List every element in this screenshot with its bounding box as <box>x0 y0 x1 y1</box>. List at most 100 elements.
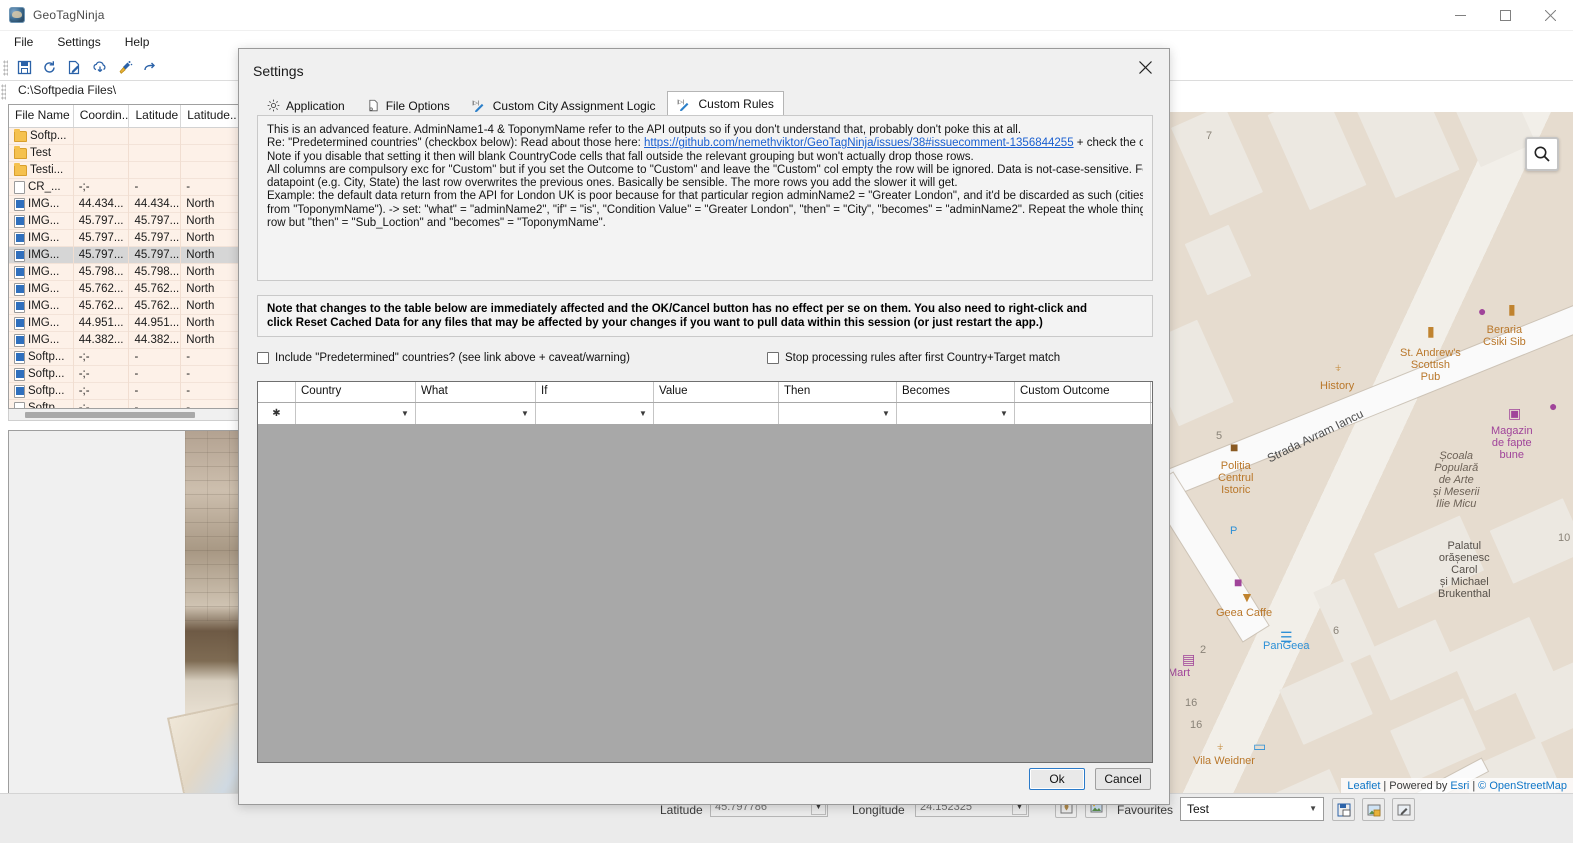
table-row[interactable]: Softp... -;- - - <box>9 365 239 383</box>
table-row[interactable]: Softp... -;- - - <box>9 348 239 366</box>
file-name-text: Softp <box>28 402 55 409</box>
menu-file[interactable]: File <box>4 33 43 51</box>
cell-becomes[interactable]: ▼ <box>897 403 1015 424</box>
minimize-icon[interactable] <box>1438 0 1483 31</box>
gear-icon <box>267 99 280 112</box>
edit-file-icon[interactable] <box>63 57 86 79</box>
cell-custom-outcome[interactable] <box>1015 403 1151 424</box>
table-row[interactable]: IMG... 45.798... 45.798... North <box>9 263 239 281</box>
cell-latitude-ref: North <box>181 263 239 281</box>
tab-file-options[interactable]: File Options <box>356 94 460 116</box>
broom-icon[interactable] <box>113 57 136 79</box>
grid-col-if[interactable]: If <box>536 382 654 402</box>
cell-coordinates: -;- <box>74 348 130 366</box>
grid-col-custom-outcome[interactable]: Custom Outcome <box>1015 382 1151 402</box>
chevron-down-icon[interactable]: ▼ <box>877 404 895 422</box>
github-issue-link[interactable]: https://github.com/nemethviktor/GeoTagNi… <box>644 137 1074 149</box>
chevron-down-icon[interactable]: ▼ <box>1309 804 1317 813</box>
file-list-hscrollbar[interactable] <box>8 409 240 421</box>
row-header-cell[interactable]: ✱ <box>258 403 296 424</box>
chevron-down-icon[interactable]: ▼ <box>634 404 652 422</box>
grid-col-value[interactable]: Value <box>654 382 779 402</box>
table-row[interactable]: IMG... 45.797... 45.797... North <box>9 212 239 230</box>
map-search-button[interactable] <box>1525 137 1559 171</box>
table-row[interactable]: Softp... <box>9 127 239 145</box>
table-row[interactable]: Testi... <box>9 161 239 179</box>
scrollbar-thumb[interactable] <box>25 412 195 418</box>
grid-new-row[interactable]: ✱ ▼ ▼ ▼ ▼ ▼ <box>258 403 1152 425</box>
col-latitude-ref[interactable]: Latitude.. <box>181 105 239 127</box>
cell-latitude-ref: - <box>181 178 239 196</box>
checkbox-stop-processing-rules[interactable]: Stop processing rules after first Countr… <box>767 352 1060 364</box>
file-list-grid[interactable]: File Name Coordin... Latitude Latitude..… <box>8 104 240 409</box>
cell-latitude: 45.762... <box>129 297 182 315</box>
checkbox-box[interactable] <box>767 352 779 364</box>
code-pen-icon: |▷| <box>677 98 692 111</box>
file-name-text: IMG... <box>28 266 60 278</box>
table-row[interactable]: IMG... 44.382... 44.382... North <box>9 331 239 349</box>
menu-help[interactable]: Help <box>115 33 160 51</box>
chevron-down-icon[interactable]: ▼ <box>516 404 534 422</box>
add-favourite-button[interactable] <box>1362 798 1385 821</box>
col-coordinates[interactable]: Coordin... <box>74 105 130 127</box>
checkbox-box[interactable] <box>257 352 269 364</box>
cell-then[interactable]: ▼ <box>779 403 897 424</box>
map-pane[interactable]: Strada Avram Iancu ▮▮●⍖■▣●■▼☰▤⍖▭▼◖ 7St. … <box>1167 112 1573 793</box>
menu-settings[interactable]: Settings <box>47 33 110 51</box>
cell-if[interactable]: ▼ <box>536 403 654 424</box>
custom-rules-grid[interactable]: Country What If Value Then Becomes Custo… <box>257 381 1153 763</box>
grid-col-then[interactable]: Then <box>779 382 897 402</box>
table-row[interactable]: IMG... 45.762... 45.762... North <box>9 280 239 298</box>
cell-file-name: IMG... <box>9 212 74 230</box>
table-row[interactable]: IMG... 44.951... 44.951... North <box>9 314 239 332</box>
toolbar-grip[interactable] <box>3 59 8 76</box>
favourites-select[interactable]: Test ▼ <box>1180 797 1324 821</box>
tab-label: Application <box>286 98 345 113</box>
beer-icon: ▮ <box>1427 323 1435 339</box>
cell-country[interactable]: ▼ <box>296 403 416 424</box>
openstreetmap-link[interactable]: © OpenStreetMap <box>1478 780 1567 792</box>
refresh-icon[interactable] <box>38 57 61 79</box>
cancel-button[interactable]: Cancel <box>1095 768 1151 790</box>
grid-col-what[interactable]: What <box>416 382 536 402</box>
close-icon[interactable] <box>1125 53 1165 81</box>
table-row[interactable]: IMG... 45.797... 45.797... North <box>9 246 239 264</box>
ok-button[interactable]: Ok <box>1029 768 1085 790</box>
chevron-down-icon[interactable]: ▼ <box>995 404 1013 422</box>
tab-custom-rules[interactable]: |▷| Custom Rules <box>667 91 784 116</box>
cloud-download-icon[interactable] <box>88 57 111 79</box>
cell-value-text[interactable] <box>654 403 779 424</box>
table-row[interactable]: CR_... -;- - - <box>9 178 239 196</box>
table-row[interactable]: Test <box>9 144 239 162</box>
grid-col-country[interactable]: Country <box>296 382 416 402</box>
col-file-name[interactable]: File Name <box>9 105 74 127</box>
edit-favourite-button[interactable] <box>1392 798 1415 821</box>
table-row[interactable]: IMG... 45.762... 45.762... North <box>9 297 239 315</box>
checkbox-include-predetermined-countries[interactable]: Include "Predetermined" countries? (see … <box>257 352 630 364</box>
cell-latitude-ref: North <box>181 331 239 349</box>
file-name-text: Test <box>30 147 52 159</box>
leaflet-link[interactable]: Leaflet <box>1347 780 1380 792</box>
cell-coordinates <box>74 161 130 179</box>
table-row[interactable]: Softp... -;- - - <box>9 382 239 400</box>
tab-label: Custom Rules <box>698 97 774 111</box>
cell-latitude: 45.762... <box>129 280 182 298</box>
path-grip[interactable] <box>1 84 6 100</box>
save-icon[interactable] <box>13 57 36 79</box>
grid-col-becomes[interactable]: Becomes <box>897 382 1015 402</box>
save-favourite-button[interactable] <box>1332 798 1355 821</box>
image-preview-pane <box>8 430 240 810</box>
maximize-icon[interactable] <box>1483 0 1528 31</box>
cell-what[interactable]: ▼ <box>416 403 536 424</box>
close-icon[interactable] <box>1528 0 1573 31</box>
col-latitude[interactable]: Latitude <box>129 105 182 127</box>
table-row[interactable]: Softp -;- - - <box>9 399 239 409</box>
tab-application[interactable]: Application <box>257 94 355 116</box>
table-row[interactable]: IMG... 45.797... 45.797... North <box>9 229 239 247</box>
chevron-down-icon[interactable]: ▼ <box>396 404 414 422</box>
arrow-redo-icon[interactable] <box>138 57 161 79</box>
tab-custom-city-assignment-logic[interactable]: |▷| Custom City Assignment Logic <box>461 94 666 116</box>
esri-link[interactable]: Esri <box>1450 780 1469 792</box>
dialog-title: Settings <box>253 63 304 79</box>
table-row[interactable]: IMG... 44.434... 44.434... North <box>9 195 239 213</box>
